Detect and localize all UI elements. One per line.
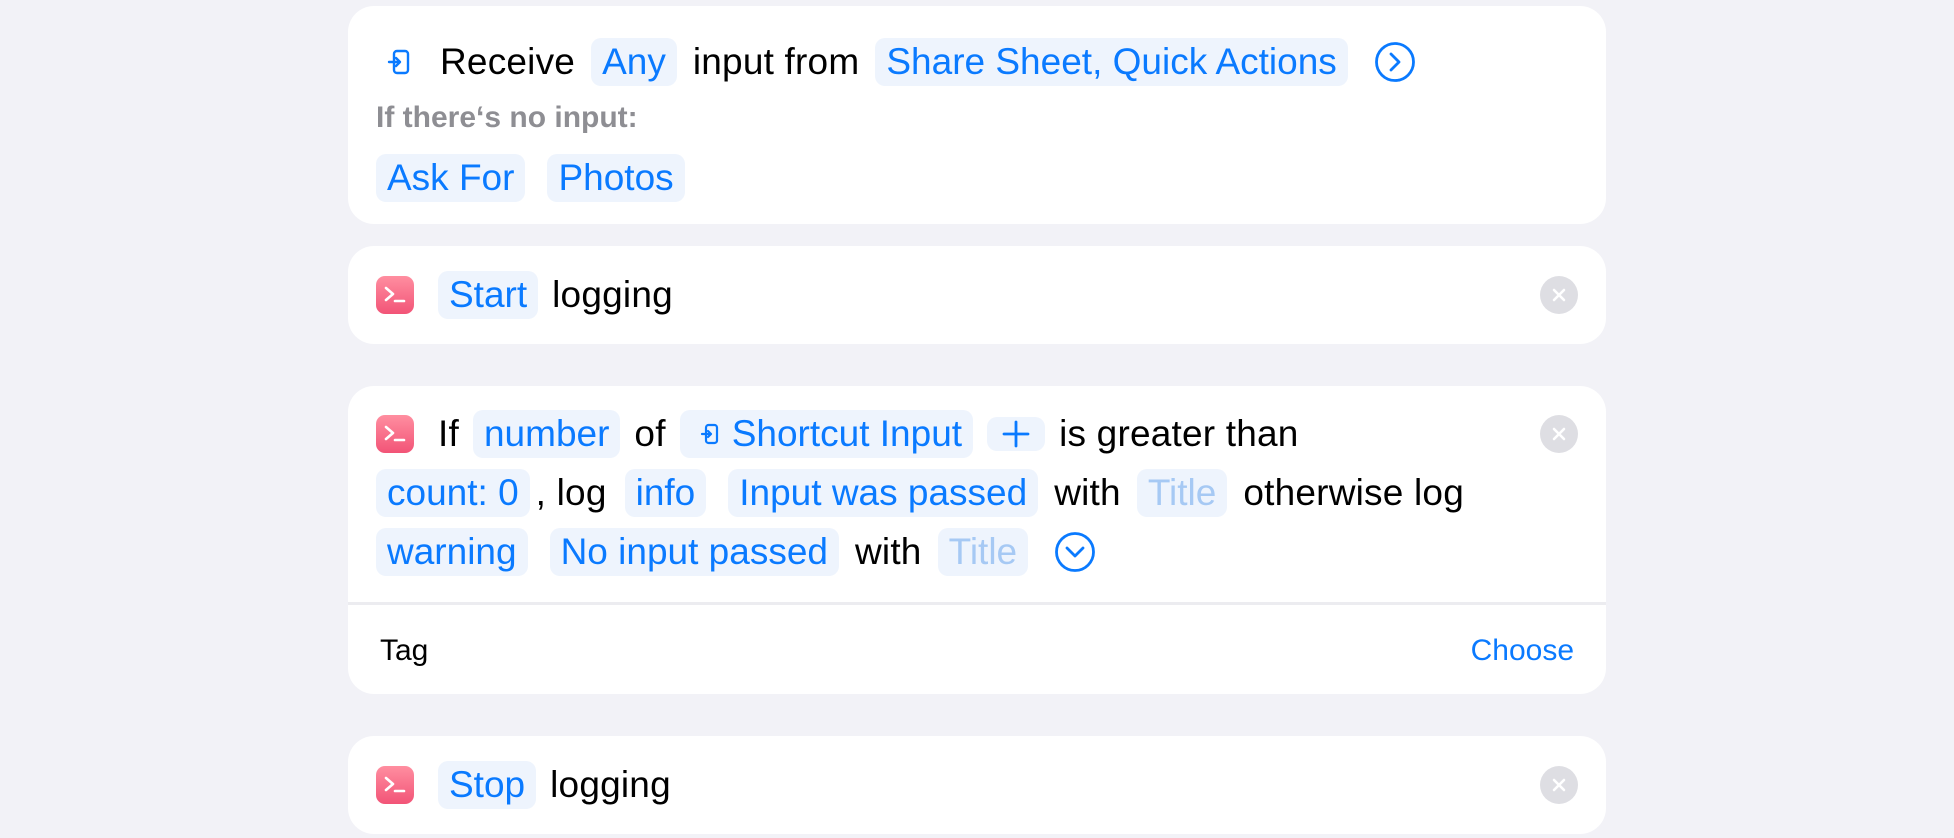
title-placeholder-token[interactable]: Title (1136, 469, 1228, 517)
log-row: count: 0 , log info Input was passed wit… (376, 467, 1480, 519)
terminal-icon (376, 766, 414, 804)
stop-logging-action-card: Stop logging (348, 736, 1606, 834)
tag-choose-button[interactable]: Choose (1471, 634, 1574, 668)
tag-parameter-row[interactable]: Tag Choose (380, 625, 1574, 677)
start-logging-row: Start logging (376, 269, 689, 321)
else-title-placeholder-token[interactable]: Title (937, 528, 1029, 576)
else-log-row: warning No input passed with Title (376, 526, 1096, 578)
comparison-label: is greater than (1059, 413, 1299, 454)
property-token[interactable]: number (472, 410, 621, 458)
if-label: If (438, 413, 459, 454)
chevron-down-circle-icon[interactable] (1054, 531, 1096, 573)
condition-row: If number of Shortcut Input is greater t… (376, 408, 1315, 460)
terminal-icon (376, 415, 414, 453)
input-from-label: input from (692, 41, 860, 82)
shortcut-input-icon (700, 422, 720, 446)
conditional-log-action-card: If number of Shortcut Input is greater t… (348, 386, 1606, 694)
stop-logging-row: Stop logging (376, 759, 687, 811)
fallback-value-token[interactable]: Photos (547, 154, 685, 202)
receive-label: Receive (440, 41, 576, 82)
close-icon (1551, 777, 1567, 793)
chevron-right-circle-icon[interactable] (1374, 41, 1416, 83)
tag-label: Tag (380, 634, 429, 667)
else-with-label: with (854, 531, 922, 572)
comparison-value-token[interactable]: count: 0 (376, 469, 530, 517)
add-variable-button[interactable] (987, 417, 1046, 451)
input-type-token[interactable]: Any (591, 38, 677, 86)
else-level-token[interactable]: warning (376, 528, 528, 576)
shortcut-input-label: Shortcut Input (731, 413, 963, 454)
input-source-token[interactable]: Share Sheet, Quick Actions (875, 38, 1348, 86)
plus-icon (1001, 419, 1031, 449)
remove-action-button[interactable] (1540, 276, 1578, 314)
receive-input-row: Receive Any input from Share Sheet, Quic… (384, 36, 1416, 88)
parameter-divider (348, 602, 1606, 605)
start-verb-token[interactable]: Start (438, 271, 539, 319)
logging-label: logging (550, 764, 671, 805)
start-logging-action-card: Start logging (348, 246, 1606, 344)
no-input-label: If there‘s no input: (376, 101, 638, 134)
close-icon (1551, 426, 1567, 442)
fallback-behavior-token[interactable]: Ask For (376, 154, 526, 202)
stop-verb-token[interactable]: Stop (438, 761, 537, 809)
otherwise-label: otherwise log (1243, 472, 1464, 513)
logging-label: logging (552, 274, 673, 315)
log-level-token[interactable]: info (624, 469, 707, 517)
with-label: with (1054, 472, 1121, 513)
shortcut-input-icon (384, 47, 414, 77)
remove-action-button[interactable] (1540, 766, 1578, 804)
receive-input-action-card: Receive Any input from Share Sheet, Quic… (348, 6, 1606, 224)
shortcut-input-variable-token[interactable]: Shortcut Input (679, 410, 974, 458)
of-label: of (634, 413, 666, 454)
fallback-row: Ask For Photos (376, 152, 701, 204)
close-icon (1551, 287, 1567, 303)
terminal-icon (376, 276, 414, 314)
remove-action-button[interactable] (1540, 415, 1578, 453)
log-message-token[interactable]: Input was passed (728, 469, 1039, 517)
else-message-token[interactable]: No input passed (549, 528, 839, 576)
no-input-row: If there‘s no input: (376, 98, 638, 138)
log-label: , log (535, 472, 607, 513)
